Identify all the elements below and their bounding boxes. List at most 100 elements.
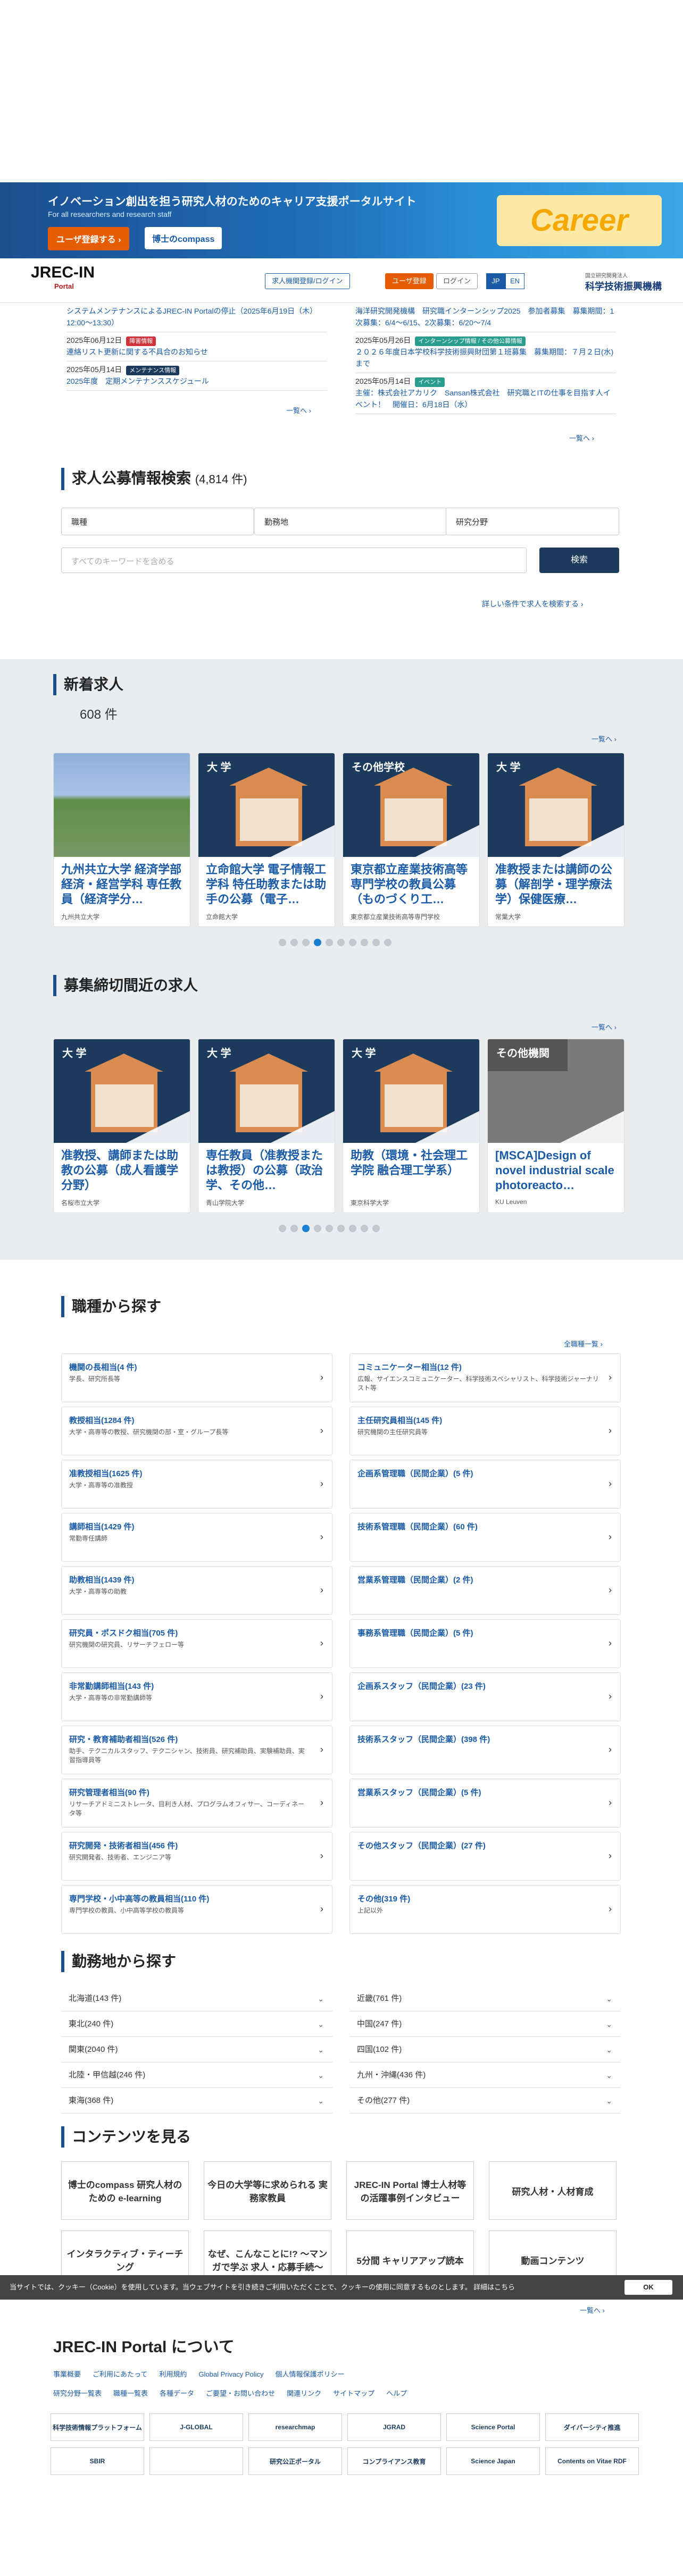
job-type-item[interactable]: 助教相当(1439 件) 大学・高専等の助教 › — [61, 1566, 332, 1615]
career-banner[interactable]: イノベーション創出を担う研究人材のためのキャリア支援ポータルサイト For al… — [0, 182, 683, 258]
carousel-dot[interactable] — [372, 1225, 380, 1232]
job-card-title[interactable]: 東京都立産業技術高等専門学校の教員公募（ものづくり工… — [343, 857, 479, 910]
footer-link[interactable]: サイトマップ — [333, 2389, 374, 2397]
job-type-item[interactable]: その他(319 件) 上記以外 › — [349, 1885, 621, 1934]
footer-link[interactable]: 各種データ — [160, 2389, 194, 2397]
partner-logo[interactable]: 研究公正ポータル — [248, 2447, 342, 2475]
area-item[interactable]: 東北(240 件) ⌄ — [61, 2011, 332, 2037]
carousel-dot[interactable] — [302, 939, 310, 946]
cookie-ok-button[interactable]: OK — [624, 2280, 672, 2295]
carousel-dot[interactable] — [361, 939, 368, 946]
news-link[interactable]: 海洋研究開発機構 研究職インターンシップ2025 参加者募集 募集期間：1次募集… — [355, 305, 616, 329]
job-card-title[interactable]: 准教授、講師または助教の公募（成人看護学分野） — [54, 1143, 190, 1196]
job-type-item[interactable]: 営業系スタッフ（民間企業）(5 件) › — [349, 1779, 621, 1828]
login-button[interactable]: ログイン — [436, 273, 478, 289]
job-card-title[interactable]: 九州共立大学 経済学部 経済・経営学科 専任教員（経済学分… — [54, 857, 190, 910]
job-type-item[interactable]: 非常勤講師相当(143 件) 大学・高専等の非常勤講師等 › — [61, 1672, 332, 1721]
content-banner[interactable]: 今日の大学等に求められる 実務家教員 — [204, 2161, 331, 2220]
content-banner[interactable]: 博士のcompass 研究人材のための e-learning — [61, 2161, 189, 2220]
partner-logo[interactable]: ダイバーシティ推進 — [545, 2413, 639, 2441]
carousel-dot[interactable] — [314, 1225, 321, 1232]
job-type-item[interactable]: 営業系管理職（民間企業）(2 件) › — [349, 1566, 621, 1615]
content-banner[interactable]: JREC-IN Portal 博士人材等の活躍事例インタビュー — [346, 2161, 474, 2220]
job-type-item[interactable]: 技術系スタッフ（民間企業）(398 件) › — [349, 1725, 621, 1774]
job-type-item[interactable]: 教授相当(1284 件) 大学・高専等の教授、研究機関の部・室・グループ長等 › — [61, 1407, 332, 1455]
carousel-dot[interactable] — [290, 939, 298, 946]
footer-link[interactable]: 個人情報保護ポリシー — [276, 2370, 345, 2378]
area-item[interactable]: 北海道(143 件) ⌄ — [61, 1986, 332, 2011]
news-link[interactable]: 2025年度 定期メンテナンススケジュール — [66, 375, 327, 387]
news-item[interactable]: 2025年05月26日 インターンシップ情報 / その他公募情報 ２０２６年度日本学… — [355, 332, 616, 373]
job-card[interactable]: 大 学立命館大学 電子情報工学科 特任助教または助手の公募（電子… 立命館大学 — [198, 753, 335, 927]
footer-link[interactable]: 関連リンク — [287, 2389, 321, 2397]
recruiter-login-button[interactable]: 求人機関登録/ログイン — [265, 273, 350, 289]
job-card-title[interactable]: 立命館大学 電子情報工学科 特任助教または助手の公募（電子… — [198, 857, 335, 910]
carousel-dot[interactable] — [326, 1225, 333, 1232]
footer-link[interactable]: ご要望・お問い合わせ — [206, 2389, 275, 2397]
carousel-dot[interactable] — [361, 1225, 368, 1232]
content-banner[interactable]: 研究人材・人材育成 — [489, 2161, 617, 2220]
carousel-dot[interactable] — [326, 939, 333, 946]
closing-jobs-more-link[interactable]: 一覧へ › — [592, 1022, 617, 1032]
carousel-dot[interactable] — [384, 939, 392, 946]
job-card-title[interactable]: 助教（環境・社会理工学院 融合理工学系） — [343, 1143, 479, 1196]
partner-logo[interactable]: コンプライアンス教育 — [347, 2447, 441, 2475]
job-card[interactable]: 大 学専任教員（准教授または教授）の公募（政治学、その他… 青山学院大学 — [198, 1039, 335, 1213]
job-type-item[interactable]: 研究管理者相当(90 件) リサーチアドミニストレータ、目利き人材、プログラムオフ… — [61, 1779, 332, 1828]
carousel-dot[interactable] — [279, 939, 286, 946]
advanced-search-link[interactable]: 詳しい条件で求人を検索する › — [482, 599, 584, 609]
job-type-item[interactable]: 技術系管理職（民間企業）(60 件) › — [349, 1513, 621, 1562]
footer-link[interactable]: ご利用にあたって — [93, 2370, 147, 2378]
compass-logo[interactable]: 博士のcompass — [145, 227, 222, 249]
search-button[interactable]: 検索 — [539, 548, 619, 573]
carousel-dot[interactable] — [279, 1225, 286, 1232]
footer-link[interactable]: 事業概要 — [53, 2370, 81, 2378]
partner-logo[interactable]: 科学技術情報プラットフォーム — [51, 2413, 144, 2441]
user-register-button[interactable]: ユーザ登録 — [385, 273, 434, 289]
job-type-item[interactable]: 専門学校・小中高等の教員相当(110 件) 専門学校の教員、小中高等学校の教員等 › — [61, 1885, 332, 1934]
carousel-dot[interactable] — [302, 1225, 310, 1232]
partner-logo[interactable]: Science Japan — [446, 2447, 540, 2475]
carousel-dot[interactable] — [337, 1225, 345, 1232]
all-job-types-link[interactable]: 全職種一覧 › — [564, 1338, 603, 1349]
area-item[interactable]: 近畿(761 件) ⌄ — [349, 1986, 621, 2011]
partner-logo[interactable]: SBIR — [51, 2447, 144, 2475]
partner-logo[interactable]: JGRAD — [347, 2413, 441, 2441]
job-type-item[interactable]: 准教授相当(1625 件) 大学・高専等の准教授 › — [61, 1460, 332, 1509]
partner-logo[interactable]: Science Portal — [446, 2413, 540, 2441]
job-card[interactable]: 大 学助教（環境・社会理工学院 融合理工学系） 東京科学大学 — [343, 1039, 480, 1213]
news-more-link-left[interactable]: 一覧へ › — [286, 405, 311, 415]
job-card-title[interactable]: [MSCA]Design of novel industrial scale p… — [488, 1143, 624, 1196]
banner-register-button[interactable]: ユーザ登録する › — [48, 227, 130, 250]
new-jobs-dots[interactable] — [279, 939, 392, 946]
job-type-item[interactable]: 企画系管理職（民間企業）(5 件) › — [349, 1460, 621, 1509]
jrec-logo[interactable]: JREC-IN Portal — [31, 265, 95, 293]
partner-logo[interactable]: Contents on Vitae RDF — [545, 2447, 639, 2475]
carousel-dot[interactable] — [372, 939, 380, 946]
area-item[interactable]: 中国(247 件) ⌄ — [349, 2011, 621, 2037]
job-type-item[interactable]: 企画系スタッフ（民間企業）(23 件) › — [349, 1672, 621, 1721]
location-select[interactable]: 勤務地 — [254, 508, 447, 535]
new-jobs-more-link[interactable]: 一覧へ › — [592, 734, 617, 744]
job-card[interactable]: 九州共立大学 経済学部 経済・経営学科 専任教員（経済学分… 九州共立大学 — [53, 753, 190, 927]
footer-link[interactable]: 職種一覧表 — [113, 2389, 148, 2397]
news-link[interactable]: 主催：株式会社アカリク Sansan株式会社 研究職とITの仕事を目指す人イベン… — [355, 387, 616, 410]
news-link[interactable]: システムメンテナンスによるJREC-IN Portalの停止（2025年6月19… — [66, 305, 327, 329]
news-more-link-right[interactable]: 一覧へ › — [569, 433, 594, 443]
lang-en-button[interactable]: EN — [505, 273, 524, 289]
job-type-item[interactable]: 事務系管理職（民間企業）(5 件) › — [349, 1619, 621, 1668]
footer-link[interactable]: ヘルプ — [386, 2389, 407, 2397]
job-type-item[interactable]: 研究・教育補助者相当(526 件) 助手、テクニカルスタッフ、テクニシャン、技術員… — [61, 1725, 332, 1774]
job-type-item[interactable]: 主任研究員相当(145 件) 研究機関の主任研究員等 › — [349, 1407, 621, 1455]
job-type-item[interactable]: その他スタッフ（民間企業）(27 件) › — [349, 1832, 621, 1881]
news-item[interactable]: 2025年06月12日 障害情報 連絡リスト更新に関する不具合のお知らせ — [66, 332, 327, 361]
job-card[interactable]: その他機関 [MSCA]Design of novel industrial sc… — [487, 1039, 624, 1213]
partner-logo[interactable] — [149, 2447, 243, 2475]
carousel-dot[interactable] — [290, 1225, 298, 1232]
job-type-item[interactable]: 講師相当(1429 件) 常勤専任講師 › — [61, 1513, 332, 1562]
carousel-dot[interactable] — [314, 939, 321, 946]
news-item[interactable]: 2025年05月14日 メンテナンス情報 2025年度 定期メンテナンススケジュール — [66, 361, 327, 391]
carousel-dot[interactable] — [349, 939, 356, 946]
partner-logo[interactable]: researchmap — [248, 2413, 342, 2441]
job-card[interactable]: 大 学准教授または講師の公募（解剖学・理学療法学）保健医療… 常葉大学 — [487, 753, 624, 927]
